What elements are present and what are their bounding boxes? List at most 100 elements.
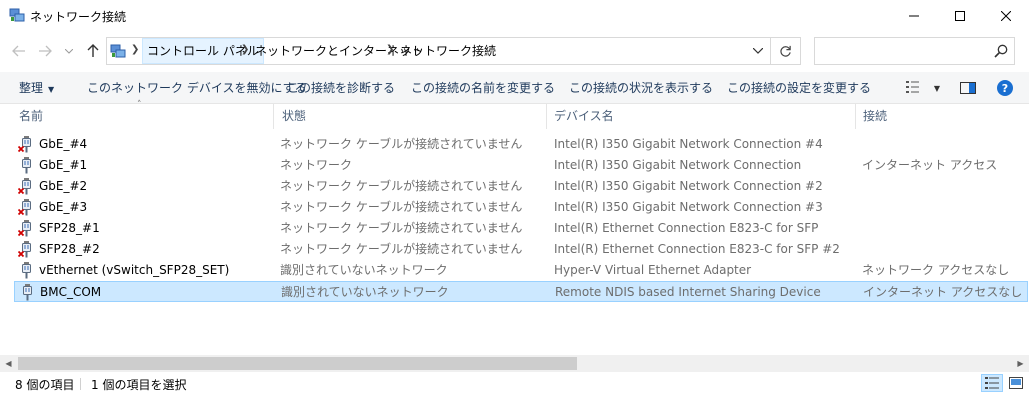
details-view-icon [905, 80, 924, 96]
column-header-status[interactable]: 状態 [276, 104, 547, 129]
column-header-name[interactable]: 名前 [13, 104, 274, 129]
diagnose-connection-button[interactable]: この接続を診断する [287, 72, 395, 104]
row-device: Intel(R) Ethernet Connection E823-C for … [554, 221, 819, 235]
item-count: 8 個の項目 [15, 378, 75, 392]
breadcrumb-network-connections[interactable]: ネットワーク接続 [396, 38, 500, 64]
ethernet-adapter-icon [17, 178, 34, 195]
row-connectivity [862, 239, 1022, 260]
row-connectivity: インターネット アクセスなし [863, 285, 1023, 299]
search-icon[interactable] [994, 44, 1008, 61]
row-device: Intel(R) Ethernet Connection E823-C for … [554, 242, 840, 256]
change-settings-button[interactable]: この接続の設定を変更する [727, 72, 871, 104]
organize-menu[interactable]: 整理 ▼ [19, 72, 54, 104]
window-title: ネットワーク接続 [30, 10, 127, 24]
title-bar: ネットワーク接続 [0, 0, 1029, 32]
scroll-right-icon[interactable]: ▶ [1012, 355, 1029, 372]
row-status: ネットワーク [280, 158, 353, 172]
ethernet-adapter-icon [18, 157, 34, 174]
column-header-device[interactable]: デバイス名 [548, 104, 856, 129]
table-row[interactable]: GbE_#3 ネットワーク ケーブルが接続されていません Intel(R) I3… [14, 197, 1028, 218]
scrollbar-thumb[interactable] [18, 357, 577, 370]
row-name: GbE_#2 [39, 179, 88, 193]
table-row[interactable]: BMC_COM 識別されていないネットワーク Remote NDIS based… [14, 281, 1028, 302]
row-name: GbE_#1 [39, 158, 88, 172]
disable-device-button[interactable]: このネットワーク デバイスを無効にする [87, 72, 307, 104]
up-arrow-icon[interactable] [84, 42, 102, 60]
row-name: BMC_COM [40, 285, 102, 299]
search-box[interactable] [814, 37, 1015, 65]
breadcrumb-chevron-icon[interactable]: ❯ [131, 44, 139, 55]
row-device: Intel(R) I350 Gigabit Network Connection… [554, 137, 823, 151]
row-connectivity [862, 134, 1022, 155]
table-row[interactable]: GbE_#1 ネットワーク Intel(R) I350 Gigabit Netw… [14, 155, 1028, 176]
status-bar: 8 個の項目 1 個の項目を選択 [0, 372, 1029, 396]
column-header-status-label: 状態 [282, 109, 307, 123]
network-connections-icon [9, 7, 25, 23]
column-header-name-label: 名前 [19, 109, 44, 123]
minimize-button[interactable] [891, 0, 937, 32]
table-row[interactable]: GbE_#4 ネットワーク ケーブルが接続されていません Intel(R) I3… [14, 134, 1028, 155]
rename-connection-button[interactable]: この接続の名前を変更する [411, 72, 555, 104]
address-dropdown-chevron-icon[interactable] [747, 38, 769, 64]
ethernet-adapter-icon [17, 199, 34, 216]
maximize-button[interactable] [937, 0, 983, 32]
table-row[interactable]: SFP28_#2 ネットワーク ケーブルが接続されていません Intel(R) … [14, 239, 1028, 260]
row-connectivity [862, 176, 1022, 197]
search-input[interactable] [819, 41, 989, 61]
row-device: Intel(R) I350 Gigabit Network Connection… [554, 200, 823, 214]
svg-text:?: ? [1002, 82, 1008, 95]
row-name: GbE_#4 [39, 137, 88, 151]
row-status: ネットワーク ケーブルが接続されていません [280, 200, 523, 214]
recent-locations-chevron-icon[interactable] [60, 42, 78, 60]
chevron-down-icon: ▼ [933, 83, 941, 93]
row-status: ネットワーク ケーブルが接続されていません [280, 179, 523, 193]
row-connectivity [862, 197, 1022, 218]
control-panel-icon [110, 43, 126, 59]
row-status: ネットワーク ケーブルが接続されていません [280, 221, 523, 235]
scroll-left-icon[interactable]: ◀ [0, 355, 17, 372]
table-row[interactable]: GbE_#2 ネットワーク ケーブルが接続されていません Intel(R) I3… [14, 176, 1028, 197]
status-divider [80, 378, 81, 390]
row-status: 識別されていないネットワーク [280, 263, 448, 277]
command-bar: 整理 ▼ このネットワーク デバイスを無効にする この接続を診断する この接続の名… [0, 72, 1029, 104]
row-device: Hyper-V Virtual Ethernet Adapter [554, 263, 752, 277]
back-arrow-icon[interactable] [10, 42, 28, 60]
column-headers: ˄ 名前 状態 デバイス名 接続 [0, 100, 1029, 129]
row-name: vEthernet (vSwitch_SFP28_SET) [39, 263, 230, 277]
column-header-connectivity-label: 接続 [863, 109, 888, 123]
address-bar[interactable]: ❯ コントロール パネル ❯ ネットワークとインターネット ❯ ネットワーク接続 [106, 37, 801, 65]
view-status-button[interactable]: この接続の状況を表示する [569, 72, 713, 104]
details-view-button[interactable] [981, 374, 1003, 392]
row-status: ネットワーク ケーブルが接続されていません [280, 137, 523, 151]
refresh-icon[interactable] [770, 38, 800, 64]
column-header-connectivity[interactable]: 接続 [857, 104, 1029, 129]
preview-pane-icon[interactable] [958, 78, 978, 98]
breadcrumb-chevron-icon[interactable]: ❯ [241, 44, 249, 55]
breadcrumb-chevron-icon[interactable]: ❯ [386, 44, 394, 55]
row-connectivity: ネットワーク アクセスなし [862, 263, 1010, 277]
horizontal-scrollbar[interactable]: ◀ ▶ [0, 355, 1029, 372]
ethernet-adapter-icon [19, 284, 35, 301]
ethernet-adapter-icon [18, 262, 34, 279]
navigation-bar: ❯ コントロール パネル ❯ ネットワークとインターネット ❯ ネットワーク接続 [0, 32, 1029, 70]
row-status: ネットワーク ケーブルが接続されていません [280, 242, 523, 256]
ethernet-adapter-icon [17, 220, 34, 237]
row-name: SFP28_#2 [39, 242, 100, 256]
table-row[interactable]: SFP28_#1 ネットワーク ケーブルが接続されていません Intel(R) … [14, 218, 1028, 239]
row-device: Remote NDIS based Internet Sharing Devic… [555, 285, 821, 299]
large-icons-view-button[interactable] [1005, 374, 1027, 392]
row-connectivity [862, 218, 1022, 239]
help-icon[interactable]: ? [995, 78, 1015, 98]
organize-label: 整理 [19, 81, 44, 95]
table-row[interactable]: vEthernet (vSwitch_SFP28_SET) 識別されていないネッ… [14, 260, 1028, 281]
ethernet-adapter-icon [17, 241, 34, 258]
details-view-icon [985, 377, 999, 389]
row-connectivity: インターネット アクセス [862, 158, 998, 172]
row-name: GbE_#3 [39, 200, 88, 214]
row-device: Intel(R) I350 Gigabit Network Connection… [554, 179, 823, 193]
change-view-button[interactable]: ▼ [903, 78, 943, 98]
large-icons-view-icon [1009, 377, 1023, 389]
forward-arrow-icon[interactable] [36, 42, 54, 60]
close-button[interactable] [983, 0, 1029, 32]
row-status: 識別されていないネットワーク [281, 285, 449, 299]
